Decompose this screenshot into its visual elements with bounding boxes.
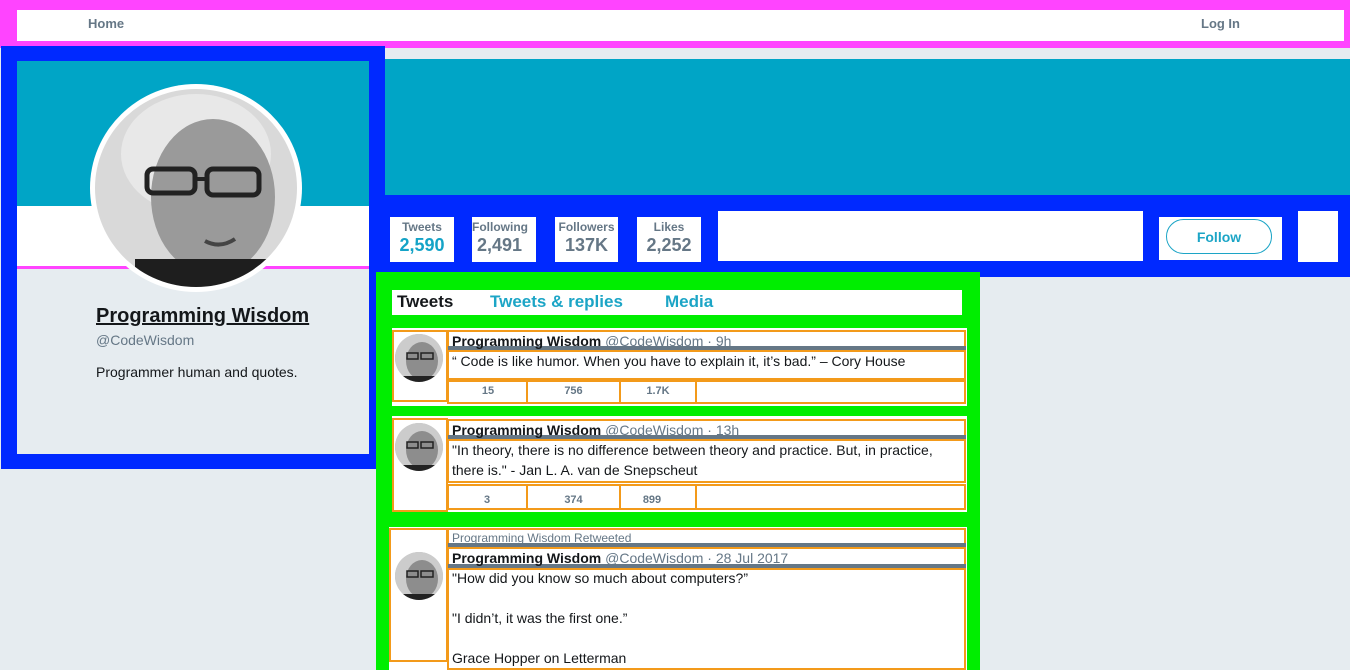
- tab-tweets[interactable]: Tweets: [397, 292, 453, 312]
- tweet-timestamp[interactable]: · 9h: [707, 333, 731, 349]
- avatar[interactable]: [90, 84, 302, 292]
- tweet-timestamp[interactable]: · 28 Jul 2017: [707, 550, 788, 566]
- stat-label: Tweets: [402, 220, 442, 234]
- profile-name[interactable]: Programming Wisdom: [96, 305, 309, 328]
- stat-value: 2,252: [646, 235, 692, 255]
- stat-value: 2,590: [399, 235, 445, 255]
- more-options: [1298, 211, 1338, 262]
- tweet-text: "In theory, there is no difference betwe…: [452, 442, 933, 478]
- tweet-header: Programming Wisdom @CodeWisdom · 13h: [452, 422, 739, 438]
- stat-value: 2,491: [477, 235, 523, 255]
- tweet-text-line: Grace Hopper on Letterman: [452, 650, 627, 666]
- tweet-timestamp[interactable]: · 13h: [707, 422, 739, 438]
- follow-container: Follow: [1159, 217, 1282, 260]
- tweet-header: Programming Wisdom @CodeWisdom · 28 Jul …: [452, 550, 788, 566]
- stat-label: Following: [472, 220, 528, 234]
- tweet-author-handle[interactable]: @CodeWisdom: [605, 333, 703, 349]
- stat-followers[interactable]: Followers 137K: [555, 217, 618, 262]
- top-nav: Home Log In: [17, 10, 1344, 41]
- tweet-author-handle[interactable]: @CodeWisdom: [605, 550, 703, 566]
- timeline-tabs: Tweets Tweets & replies Media: [392, 290, 962, 315]
- tweet-text-line: "How did you know so much about computer…: [452, 570, 749, 586]
- tweet-avatar[interactable]: [395, 552, 443, 600]
- stat-tweets[interactable]: Tweets 2,590: [390, 217, 454, 262]
- action-box: [695, 380, 966, 404]
- follow-button[interactable]: Follow: [1166, 219, 1272, 254]
- reply-count[interactable]: 3: [448, 494, 526, 506]
- tweet-avatar[interactable]: [395, 334, 443, 382]
- action-box: [695, 484, 966, 510]
- retweet-count[interactable]: 756: [527, 385, 620, 397]
- stat-label: Likes: [653, 220, 685, 234]
- tweet-avatar[interactable]: [395, 423, 443, 471]
- profile-banner: [385, 59, 1350, 195]
- like-count[interactable]: 1.7K: [620, 385, 696, 397]
- stat-following[interactable]: Following 2,491: [472, 217, 536, 262]
- tab-media[interactable]: Media: [665, 292, 713, 312]
- tweet-author-name[interactable]: Programming Wisdom: [452, 550, 601, 566]
- tweet-author-name[interactable]: Programming Wisdom: [452, 422, 601, 438]
- tweet-header: Programming Wisdom @CodeWisdom · 9h: [452, 333, 731, 349]
- retweet-count[interactable]: 374: [527, 494, 620, 506]
- login-link[interactable]: Log In: [1201, 16, 1240, 31]
- stat-value: 137K: [564, 235, 609, 255]
- stat-label: Followers: [558, 220, 615, 234]
- tab-tweets-replies[interactable]: Tweets & replies: [490, 292, 623, 312]
- home-link[interactable]: Home: [88, 16, 124, 31]
- tweet-author-name[interactable]: Programming Wisdom: [452, 333, 601, 349]
- profile-handle: @CodeWisdom: [96, 332, 195, 348]
- tweet-author-handle[interactable]: @CodeWisdom: [605, 422, 703, 438]
- profile-bio: Programmer human and quotes.: [96, 364, 298, 380]
- reply-count[interactable]: 15: [448, 385, 528, 397]
- tweet-text: “ Code is like humor. When you have to e…: [452, 353, 906, 369]
- stat-likes[interactable]: Likes 2,252: [637, 217, 701, 262]
- like-count[interactable]: 899: [620, 494, 684, 506]
- tweet-text-line: "I didn’t, it was the first one.”: [452, 610, 628, 626]
- stats-spacer: [718, 211, 1143, 261]
